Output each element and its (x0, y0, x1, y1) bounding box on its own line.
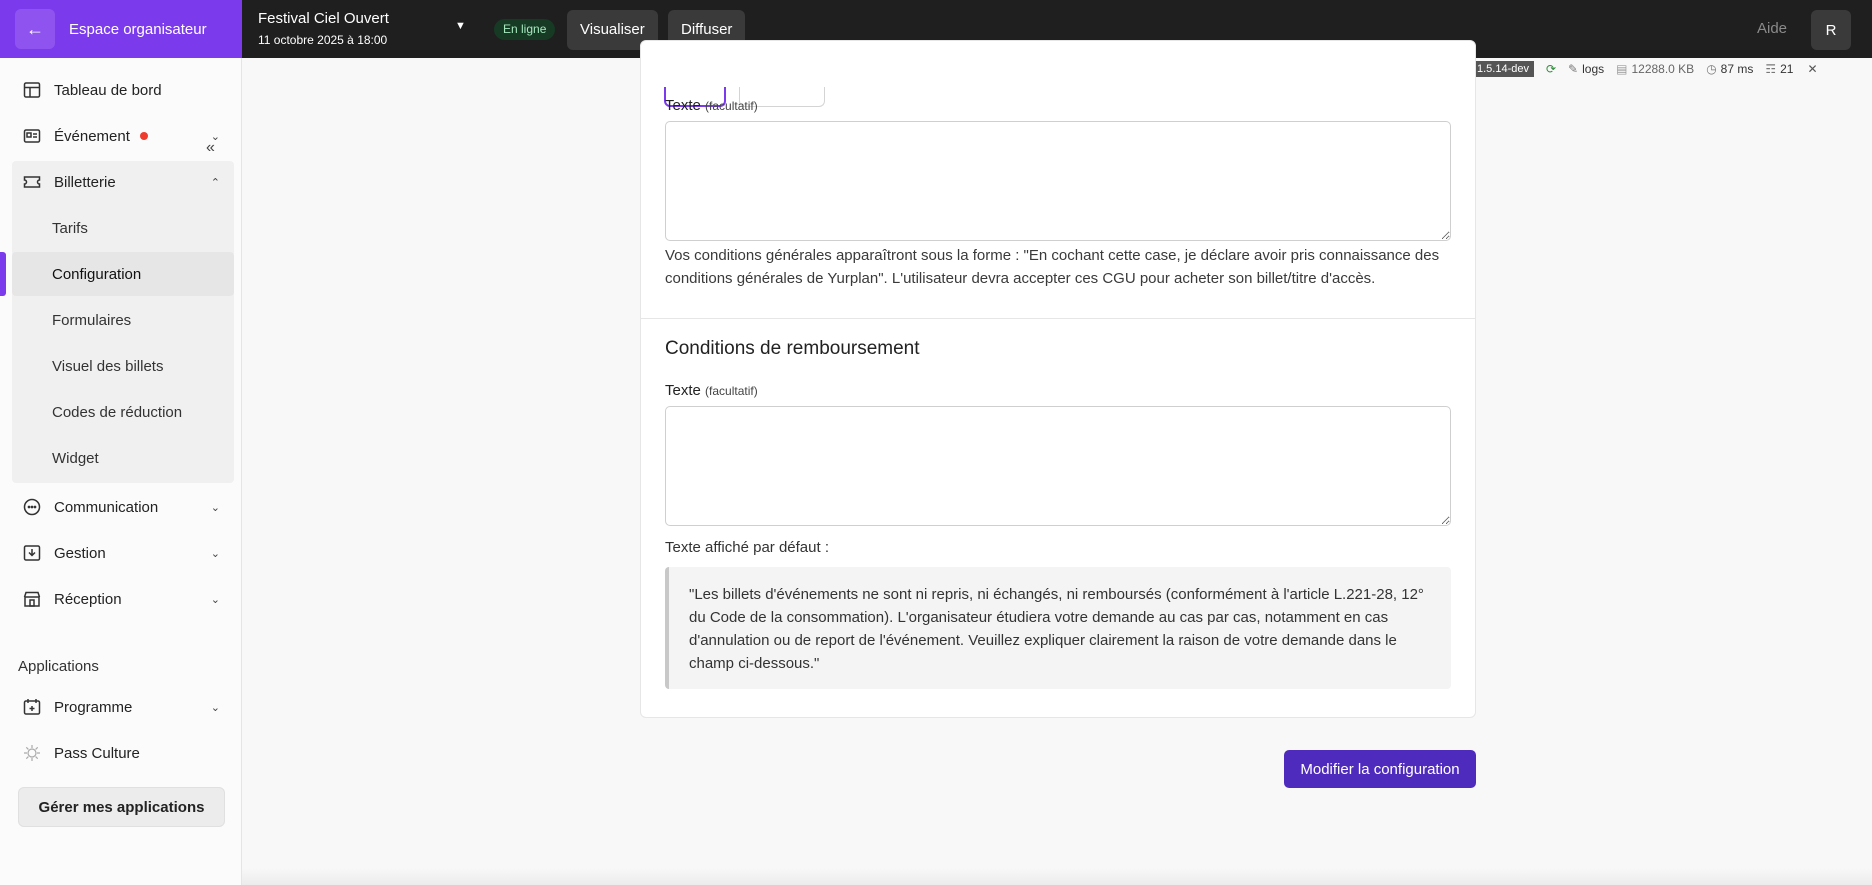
event-date: 11 octobre 2025 à 18:00 (258, 33, 388, 47)
cgu-label-text: Texte (665, 97, 701, 114)
debug-queries[interactable]: ☶ 21 (1765, 62, 1793, 76)
clock-icon: ◷ (1706, 62, 1717, 76)
refund-label-text: Texte (665, 382, 701, 399)
debug-memory-value: 12288.0 KB (1631, 62, 1695, 76)
refund-textarea[interactable] (665, 406, 1451, 526)
pencil-icon: ✎ (1568, 62, 1579, 76)
id-card-icon (23, 127, 41, 145)
inbox-download-icon (23, 544, 41, 562)
sidebar-item-label: Tableau de bord (54, 81, 162, 99)
default-text-label: Texte affiché par défaut : (665, 539, 829, 556)
event-title: Festival Ciel Ouvert (258, 10, 389, 27)
chevron-down-icon: ⌄ (210, 701, 220, 714)
applications-section-label: Applications (18, 658, 99, 675)
chevron-down-icon[interactable]: ▼ (455, 20, 466, 32)
sidebar-item-ticketing[interactable]: Billetterie ⌃ (12, 163, 234, 201)
brand-area: ← Espace organisateur (0, 0, 242, 58)
pass-culture-logo-icon (23, 744, 41, 762)
sidebar-item-dashboard[interactable]: Tableau de bord (12, 71, 234, 109)
chevron-down-icon: ⌄ (210, 130, 220, 143)
refund-section-title: Conditions de remboursement (665, 338, 920, 359)
sidebar-item-label: Réception (54, 590, 122, 608)
cgu-textarea[interactable] (665, 121, 1451, 241)
sidebar-item-reception[interactable]: Réception ⌄ (12, 580, 234, 618)
debug-logs[interactable]: ✎ logs (1568, 62, 1604, 76)
sidebar-subitem-widget[interactable]: Widget (12, 436, 234, 480)
debug-status: ⟳ (1546, 62, 1556, 76)
sidebar-item-label: Événement (54, 127, 130, 145)
memory-icon: ▤ (1616, 62, 1628, 76)
chevron-down-icon: ⌄ (210, 547, 220, 560)
sidebar-subitem-rates[interactable]: Tarifs (12, 206, 234, 250)
avatar[interactable]: R (1811, 10, 1851, 50)
sidebar-item-label: Gestion (54, 544, 106, 562)
debug-time[interactable]: ◷ 87 ms (1706, 62, 1753, 76)
default-refund-text: "Les billets d'événements ne sont ni rep… (665, 567, 1451, 689)
help-link[interactable]: Aide (1757, 20, 1787, 37)
refund-text-label: Texte (facultatif) (665, 382, 758, 399)
event-selector[interactable]: Festival Ciel Ouvert 11 octobre 2025 à 1… (258, 10, 389, 47)
optional-hint: (facultatif) (705, 99, 758, 113)
chevron-down-icon: ⌄ (210, 501, 220, 514)
sidebar-subitem-configuration[interactable]: Configuration (12, 252, 234, 296)
debug-logs-label: logs (1582, 62, 1605, 76)
sidebar-subitem-forms[interactable]: Formulaires (12, 298, 234, 342)
sidebar: « Tableau de bord Événement ⌄ Billetteri… (0, 58, 242, 885)
sidebar-item-label: Programme (54, 698, 133, 716)
store-icon (23, 590, 41, 608)
sidebar-item-program[interactable]: Programme ⌄ (12, 688, 234, 726)
status-badge: En ligne (494, 19, 556, 40)
chat-bubble-icon (23, 498, 41, 516)
submit-configuration-button[interactable]: Modifier la configuration (1284, 750, 1476, 788)
arrow-left-icon: ← (26, 18, 44, 39)
configuration-card: Texte (facultatif) Vos conditions généra… (640, 40, 1476, 718)
debug-toolbar: Sf 1.5.14-dev ⟳ ✎ logs ▤ 12288.0 KB ◷ 87… (1440, 58, 1872, 80)
sidebar-item-label: Pass Culture (54, 744, 140, 762)
section-divider (641, 318, 1475, 319)
sidebar-item-event[interactable]: Événement ⌄ (12, 117, 234, 155)
bottom-fade (242, 868, 1872, 885)
database-icon: ☶ (1765, 62, 1777, 76)
sidebar-item-communication[interactable]: Communication ⌄ (12, 488, 234, 526)
active-indicator (0, 252, 6, 296)
refresh-icon[interactable]: ⟳ (1546, 62, 1556, 76)
optional-hint: (facultatif) (705, 384, 758, 398)
sidebar-item-label: Billetterie (54, 173, 116, 191)
manage-applications-button[interactable]: Gérer mes applications (18, 787, 225, 827)
back-button[interactable]: ← (15, 9, 55, 49)
sidebar-item-management[interactable]: Gestion ⌄ (12, 534, 234, 572)
sidebar-item-pass-culture[interactable]: Pass Culture (12, 734, 234, 772)
sidebar-subitem-discount-codes[interactable]: Codes de réduction (12, 390, 234, 434)
chevron-down-icon: ⌄ (210, 593, 220, 606)
cgu-text-label: Texte (facultatif) (665, 97, 758, 114)
sidebar-subitem-ticket-visual[interactable]: Visuel des billets (12, 344, 234, 388)
notification-dot (139, 132, 148, 140)
calendar-icon (23, 698, 41, 716)
dashboard-icon (23, 81, 41, 99)
sidebar-item-label: Communication (54, 498, 159, 516)
debug-queries-value: 21 (1780, 62, 1794, 76)
brand-label: Espace organisateur (69, 20, 207, 38)
cgu-help-text: Vos conditions générales apparaîtront so… (665, 247, 1440, 287)
close-icon[interactable]: ✕ (1807, 62, 1817, 76)
chevron-up-icon: ⌃ (210, 176, 220, 189)
ticket-icon (23, 173, 41, 191)
debug-time-value: 87 ms (1720, 62, 1754, 76)
debug-memory[interactable]: ▤ 12288.0 KB (1616, 62, 1694, 76)
debug-version[interactable]: 1.5.14-dev (1472, 61, 1534, 77)
